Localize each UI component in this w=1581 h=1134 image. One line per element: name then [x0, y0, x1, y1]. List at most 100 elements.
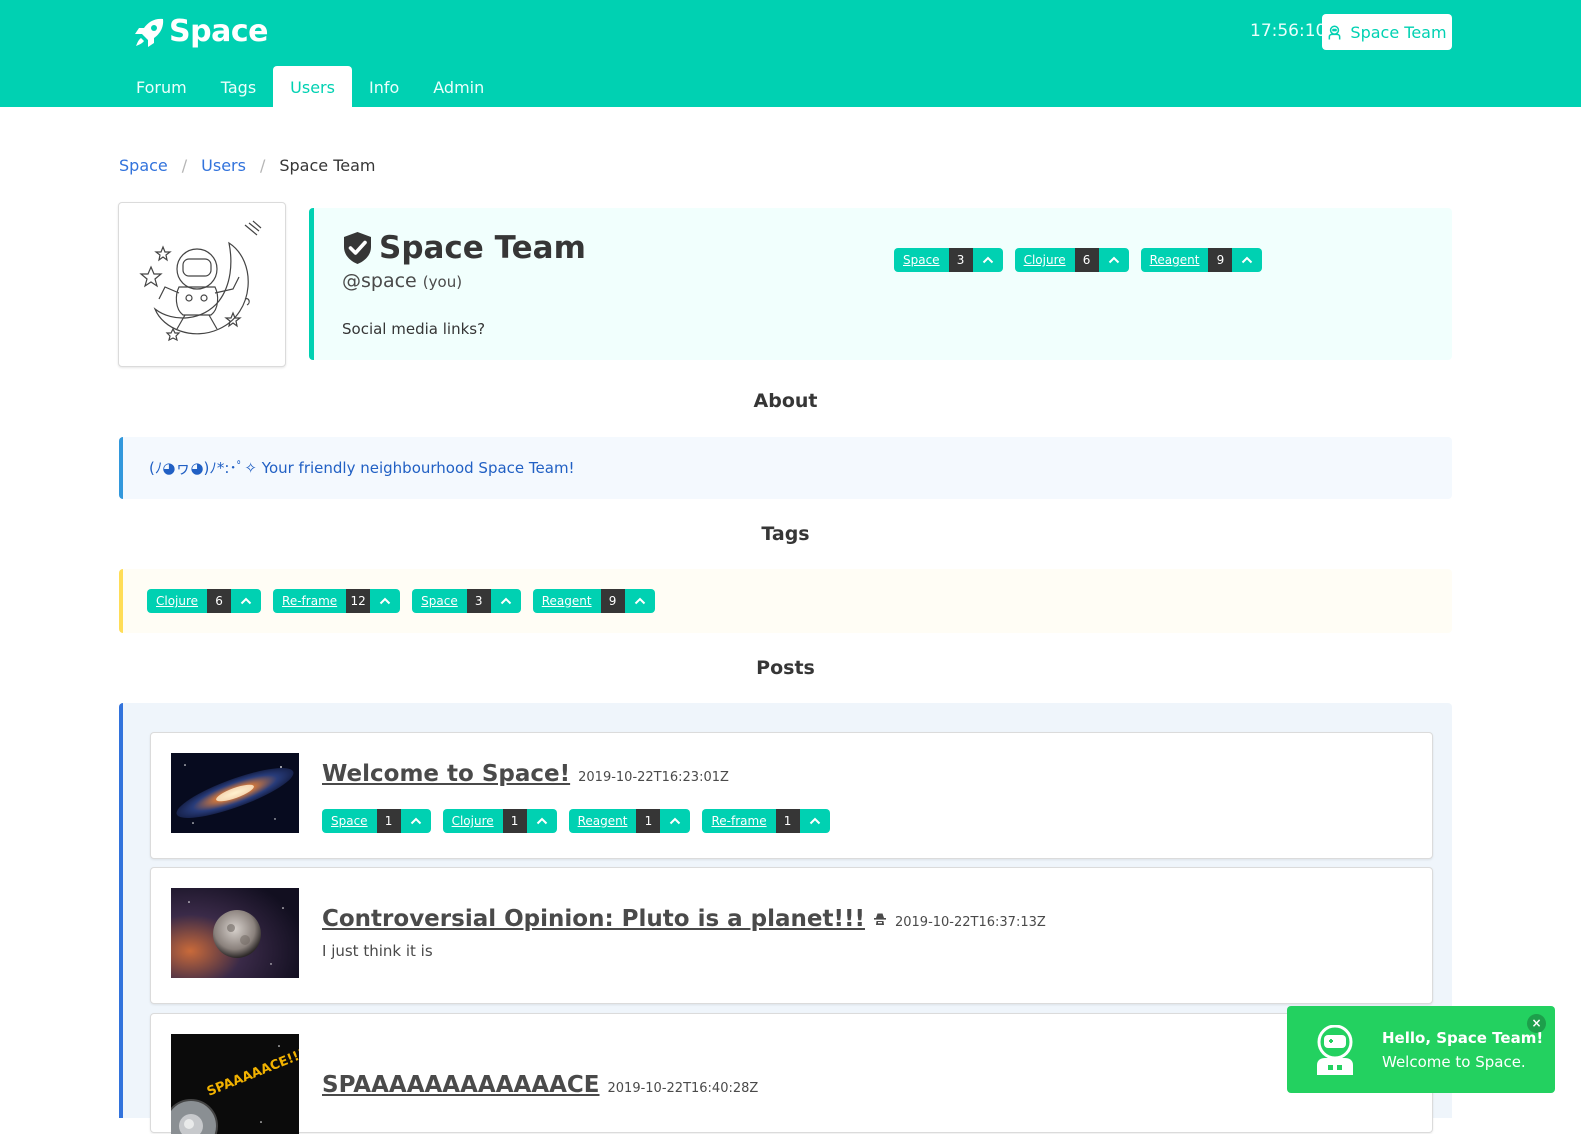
chevron-up-icon [634, 597, 645, 605]
tag-count: 1 [775, 809, 800, 833]
breadcrumb-link-space[interactable]: Space [119, 156, 168, 175]
nav-tab-tags[interactable]: Tags [204, 66, 273, 107]
tag-pill: Reagent 9 [532, 589, 655, 613]
astronaut-sketch-image [139, 220, 262, 342]
chevron-up-icon [809, 817, 820, 825]
chevron-up-icon [1242, 256, 1253, 264]
tag-link[interactable]: Space [894, 248, 949, 272]
top-navbar: Space 17:56:10 Space Team Forum Tags Use… [0, 0, 1581, 107]
tag-count: 6 [207, 589, 232, 613]
tag-count: 12 [346, 589, 371, 613]
tag-pill: Reagent 9 [1140, 248, 1263, 272]
astronaut-icon [1317, 1025, 1353, 1075]
upvote-button[interactable] [624, 589, 655, 613]
tag-link[interactable]: Reagent [532, 589, 601, 613]
post-title-link[interactable]: SPAAAAAAAAAAAACE [322, 1072, 600, 1098]
profile-tag-list: Space 3 Clojure 6 Reagent 9 [894, 248, 1263, 272]
tag-link[interactable]: Reagent [1140, 248, 1209, 272]
profile-handle: @space (you) [342, 270, 462, 292]
main-nav: Forum Tags Users Info Admin [119, 66, 501, 107]
tag-pill: Clojure 6 [1014, 248, 1129, 272]
pluto-image [171, 888, 299, 978]
user-menu-button[interactable]: Space Team [1322, 14, 1452, 50]
chevron-up-icon [500, 597, 511, 605]
post-date: 2019-10-22T16:23:01Z [578, 770, 729, 785]
chevron-up-icon [670, 817, 681, 825]
post-card: SPAAAAACE!!!! SPAAAAAAAAAAAACE 2019-10-2… [150, 1013, 1433, 1134]
upvote-button[interactable] [370, 589, 401, 613]
nav-tab-users[interactable]: Users [273, 66, 352, 107]
nav-tab-admin[interactable]: Admin [416, 66, 501, 107]
breadcrumb-link-users[interactable]: Users [201, 156, 246, 175]
tags-heading: Tags [761, 523, 810, 545]
post-snippet: I just think it is [322, 942, 433, 960]
post-date: 2019-10-22T16:40:28Z [607, 1081, 759, 1096]
tag-link[interactable]: Re-frame [702, 809, 776, 833]
post-date: 2019-10-22T16:37:13Z [894, 915, 1046, 930]
handle-text: @space [342, 270, 417, 292]
user-tags-box: Clojure 6 Re-frame 12 Space 3 Reagent 9 [119, 569, 1452, 633]
tag-link[interactable]: Space [412, 589, 467, 613]
tag-pill: Re-frame 1 [702, 809, 830, 833]
post-thumbnail[interactable]: SPAAAAACE!!!! [171, 1034, 299, 1134]
about-heading: About [753, 390, 818, 412]
profile-card: Space Team @space (you) Social media lin… [309, 208, 1452, 360]
upvote-button[interactable] [660, 809, 691, 833]
chevron-up-icon [379, 597, 391, 605]
toast-close-button[interactable]: × [1527, 1014, 1546, 1033]
brand-logo[interactable]: Space [133, 14, 268, 49]
post-thumbnail[interactable] [171, 888, 299, 978]
breadcrumb-separator: / [181, 156, 188, 175]
tag-link[interactable]: Re-frame [273, 589, 347, 613]
tag-count: 6 [1074, 248, 1099, 272]
rocket-icon [135, 18, 164, 47]
welcome-toast: Hello, Space Team! Welcome to Space. × [1287, 1006, 1555, 1093]
breadcrumb-separator: / [259, 156, 266, 175]
profile-name: Space Team [379, 230, 586, 266]
upvote-button[interactable] [1232, 248, 1263, 272]
profile-bio: Social media links? [342, 320, 486, 338]
toast-title: Hello, Space Team! [1382, 1029, 1544, 1047]
upvote-button[interactable] [490, 589, 521, 613]
chevron-up-icon [240, 597, 252, 605]
tag-pill: Reagent 1 [568, 809, 691, 833]
astronaut-icon [1329, 24, 1341, 40]
post-title-link[interactable]: Controversial Opinion: Pluto is a planet… [322, 906, 865, 932]
post-title-link[interactable]: Welcome to Space! [322, 761, 570, 787]
post-card: Welcome to Space! 2019-10-22T16:23:01Z S… [150, 732, 1433, 859]
about-message: (ﾉ◕ヮ◕)ﾉ*:･ﾟ✧ Your friendly neighbourhood… [119, 437, 1452, 499]
upvote-button[interactable] [972, 248, 1003, 272]
avatar [118, 202, 286, 367]
tag-link[interactable]: Clojure [147, 589, 208, 613]
spaaace-image: SPAAAAACE!!!! [171, 1034, 299, 1134]
tag-pill: Space 3 [894, 248, 1003, 272]
nav-tab-info[interactable]: Info [352, 66, 416, 107]
tag-pill: Re-frame 12 [273, 589, 401, 613]
upvote-button[interactable] [799, 809, 830, 833]
toast-message: Welcome to Space. [1382, 1053, 1526, 1071]
verified-shield-icon [344, 232, 371, 264]
user-menu-label: Space Team [1350, 22, 1447, 42]
tag-count: 3 [948, 248, 973, 272]
post-card: Controversial Opinion: Pluto is a planet… [150, 867, 1433, 1004]
post-thumbnail[interactable] [171, 753, 299, 833]
tag-link[interactable]: Clojure [442, 809, 503, 833]
tag-link[interactable]: Space [322, 809, 377, 833]
nav-tab-forum[interactable]: Forum [119, 66, 204, 107]
chevron-up-icon [536, 817, 547, 825]
galaxy-image [171, 753, 299, 833]
upvote-button[interactable] [1098, 248, 1129, 272]
post-header: SPAAAAAAAAAAAACE 2019-10-22T16:40:28Z [322, 1072, 758, 1098]
tag-pill: Space 1 [322, 809, 431, 833]
upvote-button[interactable] [231, 589, 262, 613]
clock: 17:56:10 [1250, 21, 1327, 41]
tag-link[interactable]: Clojure [1014, 248, 1075, 272]
post-header: Controversial Opinion: Pluto is a planet… [322, 906, 1046, 932]
chevron-up-icon [982, 256, 993, 264]
breadcrumb: Space / Users / Space Team [119, 156, 376, 175]
tag-count: 1 [636, 809, 661, 833]
about-text: (ﾉ◕ヮ◕)ﾉ*:･ﾟ✧ Your friendly neighbourhood… [149, 459, 575, 477]
upvote-button[interactable] [526, 809, 557, 833]
tag-link[interactable]: Reagent [568, 809, 637, 833]
upvote-button[interactable] [400, 809, 431, 833]
